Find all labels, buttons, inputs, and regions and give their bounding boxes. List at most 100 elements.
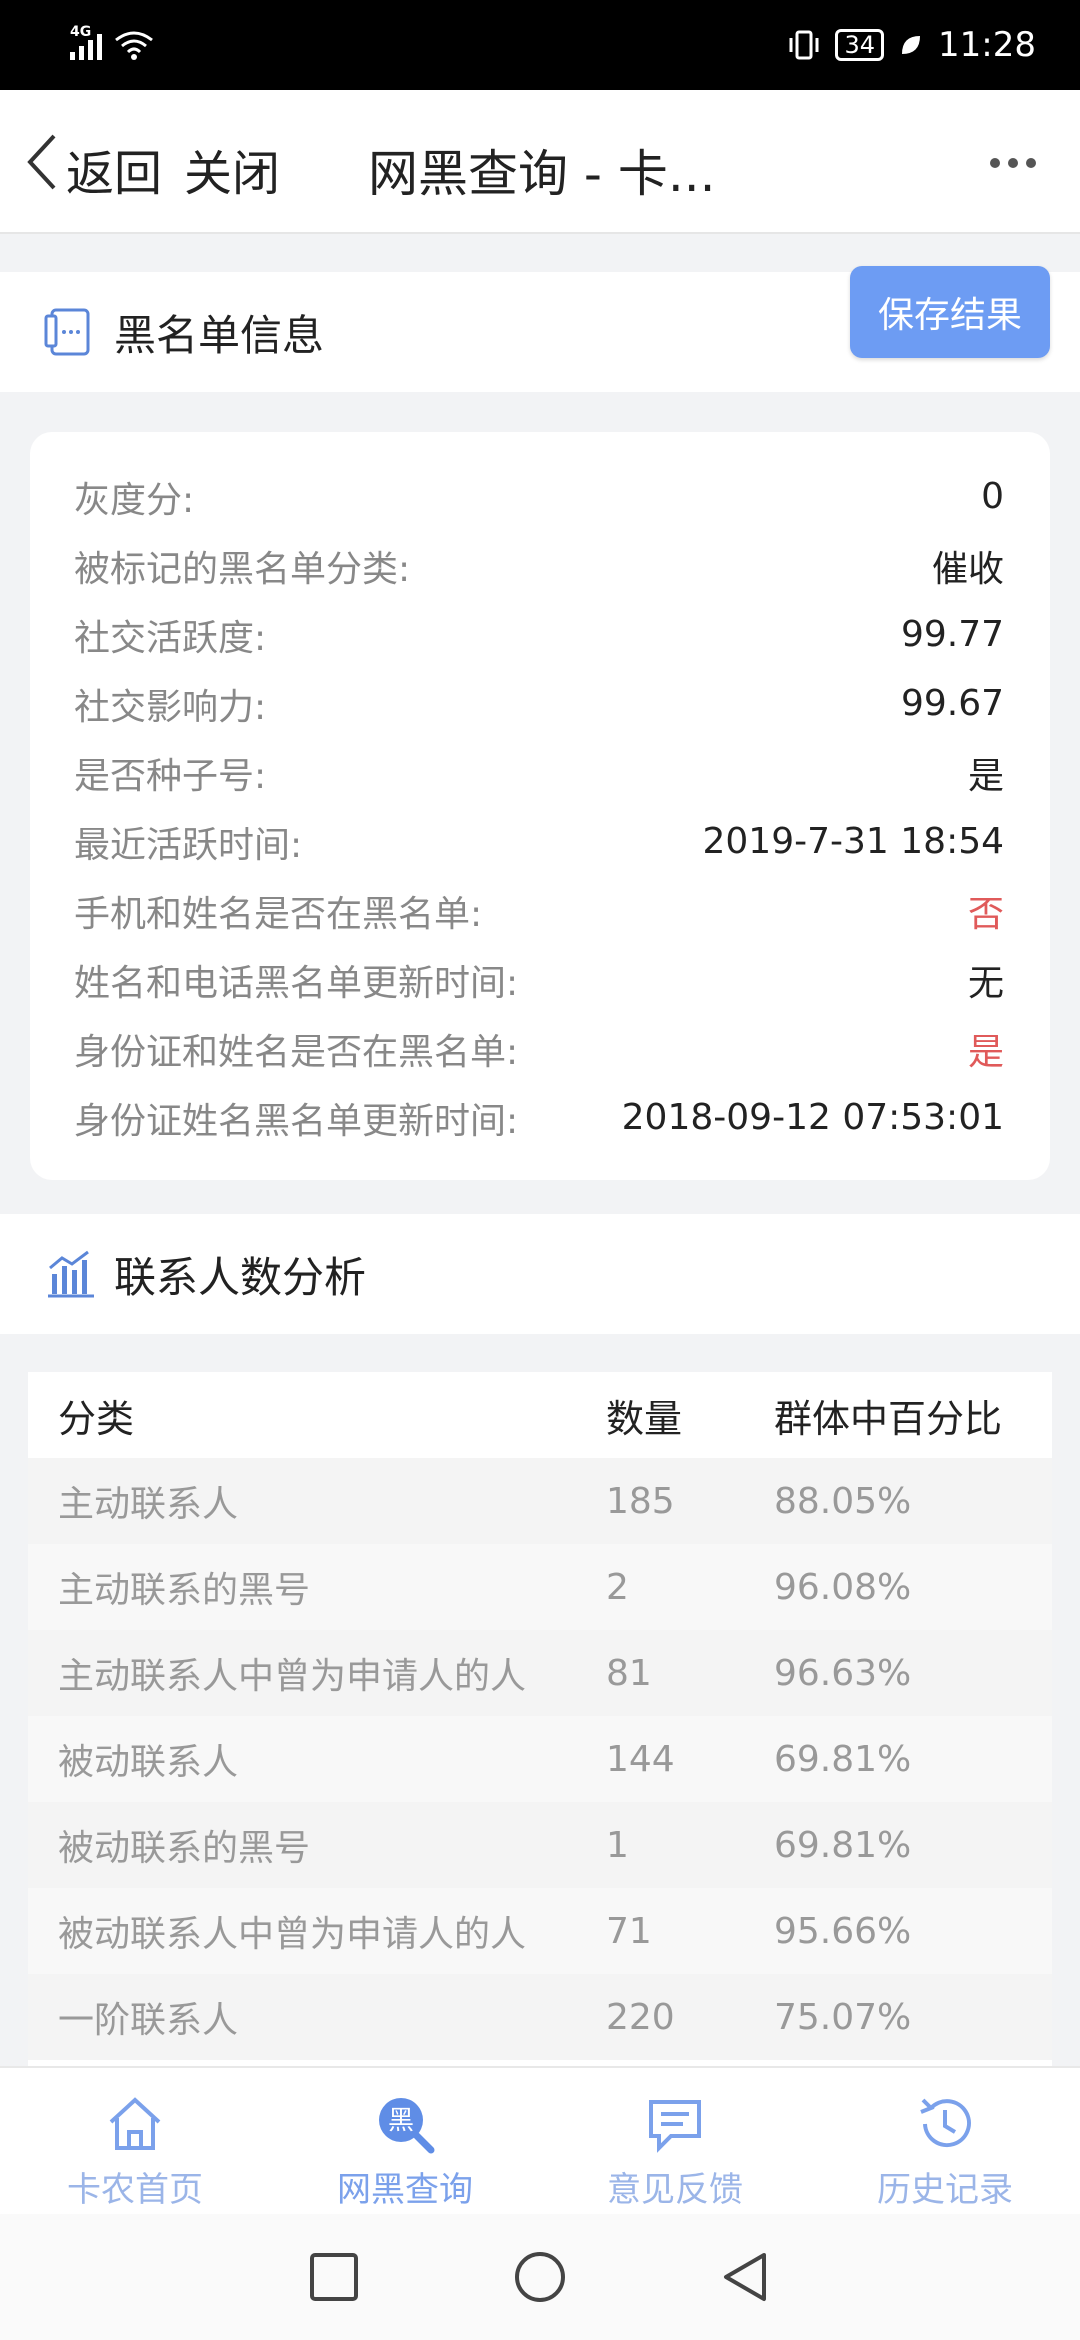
info-label: 被标记的黑名单分类:	[74, 548, 411, 590]
row-count: 71	[606, 1910, 652, 1952]
row-category: 被动联系人	[58, 1742, 239, 1783]
blacklist-section-title: 黑名单信息	[114, 310, 325, 360]
table-row: 被动联系人中曾为申请人的人 71 95.66%	[28, 1888, 1052, 1974]
info-value: 否	[967, 893, 1004, 935]
nav-feedback-label: 意见反馈	[607, 2170, 743, 2210]
bottom-nav: 卡农首页 黑 网黑查询 意见反馈 历史记录	[0, 2066, 1080, 2214]
history-icon	[920, 2098, 971, 2148]
page-title: 网黑查询 - 卡...	[368, 145, 716, 203]
info-label: 灰度分:	[74, 479, 195, 521]
signal-icon: 4G	[70, 24, 102, 60]
row-percent: 69.81%	[774, 1738, 912, 1780]
info-label: 身份证姓名黑名单更新时间:	[74, 1100, 519, 1142]
row-count: 1	[606, 1824, 629, 1866]
home-circle-icon[interactable]	[512, 2249, 568, 2305]
wifi-icon	[115, 31, 153, 60]
info-value: 99.67	[900, 683, 1004, 724]
document-list-icon	[44, 308, 90, 356]
leaf-icon	[902, 36, 921, 54]
info-label: 社交活跃度:	[74, 617, 267, 659]
info-row: 社交影响力: 99.67	[74, 669, 1004, 738]
battery-icon: 34	[835, 29, 885, 61]
info-row: 手机和姓名是否在黑名单: 否	[74, 876, 1004, 945]
table-row: 主动联系的黑号 2 96.08%	[28, 1544, 1052, 1630]
feedback-icon	[649, 2100, 701, 2153]
table-body: 主动联系人 185 88.05% 主动联系的黑号 2 96.08% 主动联系人中曾为申请人的…	[28, 1458, 1052, 2060]
vibrate-icon	[789, 30, 819, 60]
row-percent: 88.05%	[774, 1480, 912, 1522]
table-header: 分类 数量 群体中百分比	[28, 1372, 1052, 1458]
row-percent: 69.81%	[774, 1824, 912, 1866]
table-row: 主动联系人中曾为申请人的人 81 96.63%	[28, 1630, 1052, 1716]
header-count: 数量	[606, 1396, 683, 1441]
row-count: 2	[606, 1566, 629, 1608]
info-value: 0	[981, 476, 1004, 517]
info-row: 身份证和姓名是否在黑名单: 是	[74, 1014, 1004, 1083]
header-category: 分类	[58, 1396, 135, 1441]
info-row: 灰度分: 0	[74, 462, 1004, 531]
row-category: 主动联系人	[58, 1484, 239, 1525]
nav-home-label: 卡农首页	[67, 2170, 203, 2210]
row-percent: 96.63%	[774, 1652, 912, 1694]
title-bar: 返回 关闭 网黑查询 - 卡...	[0, 90, 1080, 234]
table-row: 一阶联系人 220 75.07%	[28, 1974, 1052, 2060]
blacklist-search-icon: 黑	[379, 2098, 435, 2154]
info-value: 99.77	[900, 614, 1004, 655]
info-label: 最近活跃时间:	[74, 824, 303, 866]
nav-blacklist-search[interactable]: 黑 网黑查询	[270, 2068, 540, 2214]
nav-history[interactable]: 历史记录	[810, 2068, 1080, 2214]
table-row: 主动联系人 185 88.05%	[28, 1458, 1052, 1544]
nav-blacklist-label: 网黑查询	[337, 2170, 473, 2210]
contacts-section-header: 联系人数分析	[0, 1214, 1080, 1334]
info-value: 催收	[931, 548, 1004, 590]
network-type: 4G	[70, 24, 92, 40]
blacklist-info-card: 灰度分: 0 被标记的黑名单分类: 催收社交活跃度: 99.77 社交影响力: 99.67 是…	[30, 432, 1050, 1180]
info-value: 2018-09-12 07:53:01	[621, 1097, 1004, 1138]
info-label: 是否种子号:	[74, 755, 267, 797]
info-row: 身份证姓名黑名单更新时间: 2018-09-12 07:53:01	[74, 1083, 1004, 1152]
back-button[interactable]: 返回	[66, 134, 162, 204]
row-category: 被动联系人中曾为申请人的人	[58, 1914, 527, 1955]
contacts-section-title: 联系人数分析	[114, 1252, 367, 1302]
row-percent: 95.66%	[774, 1910, 912, 1952]
more-icon[interactable]	[990, 158, 1036, 168]
info-row: 最近活跃时间: 2019-7-31 18:54	[74, 807, 1004, 876]
row-category: 一阶联系人	[58, 2000, 239, 2041]
status-bar: 4G 34 11:28	[0, 0, 1080, 90]
info-label: 姓名和电话黑名单更新时间:	[74, 962, 519, 1004]
info-label: 身份证和姓名是否在黑名单:	[74, 1031, 519, 1073]
row-count: 144	[606, 1738, 675, 1780]
clock: 11:28	[938, 25, 1036, 65]
info-value: 是	[967, 755, 1004, 797]
status-right: 34 11:28	[787, 25, 1036, 65]
info-value: 是	[967, 1031, 1004, 1073]
bar-chart-icon	[48, 1250, 94, 1298]
info-label: 社交影响力:	[74, 686, 267, 728]
row-percent: 96.08%	[774, 1566, 912, 1608]
info-row: 被标记的黑名单分类: 催收	[74, 531, 1004, 600]
row-category: 被动联系的黑号	[58, 1828, 311, 1869]
back-chevron-icon[interactable]	[22, 132, 62, 192]
row-category: 主动联系的黑号	[58, 1570, 311, 1611]
save-result-button[interactable]: 保存结果	[850, 266, 1050, 358]
info-row: 是否种子号: 是	[74, 738, 1004, 807]
header-percent: 群体中百分比	[774, 1396, 1003, 1441]
info-value: 无	[967, 962, 1004, 1004]
row-count: 185	[606, 1480, 675, 1522]
recent-apps-icon[interactable]	[306, 2249, 362, 2305]
close-button[interactable]: 关闭	[184, 134, 280, 204]
info-label: 手机和姓名是否在黑名单:	[74, 893, 483, 935]
contacts-table: 分类 数量 群体中百分比 主动联系人 185 88.05% 主动联系的黑号 2 96.08…	[28, 1372, 1052, 2066]
system-nav-bar	[0, 2214, 1080, 2340]
info-row: 姓名和电话黑名单更新时间: 无	[74, 945, 1004, 1014]
status-left: 4G	[70, 24, 156, 62]
row-percent: 75.07%	[774, 1996, 912, 2038]
nav-home[interactable]: 卡农首页	[0, 2068, 270, 2214]
info-value: 2019-7-31 18:54	[702, 821, 1005, 862]
nav-feedback[interactable]: 意见反馈	[540, 2068, 810, 2214]
row-category: 主动联系人中曾为申请人的人	[58, 1656, 527, 1697]
table-row: 被动联系的黑号 1 69.81%	[28, 1802, 1052, 1888]
info-row: 社交活跃度: 99.77	[74, 600, 1004, 669]
search-icon-char: 黑	[388, 2106, 414, 2136]
back-triangle-icon[interactable]	[718, 2249, 774, 2305]
